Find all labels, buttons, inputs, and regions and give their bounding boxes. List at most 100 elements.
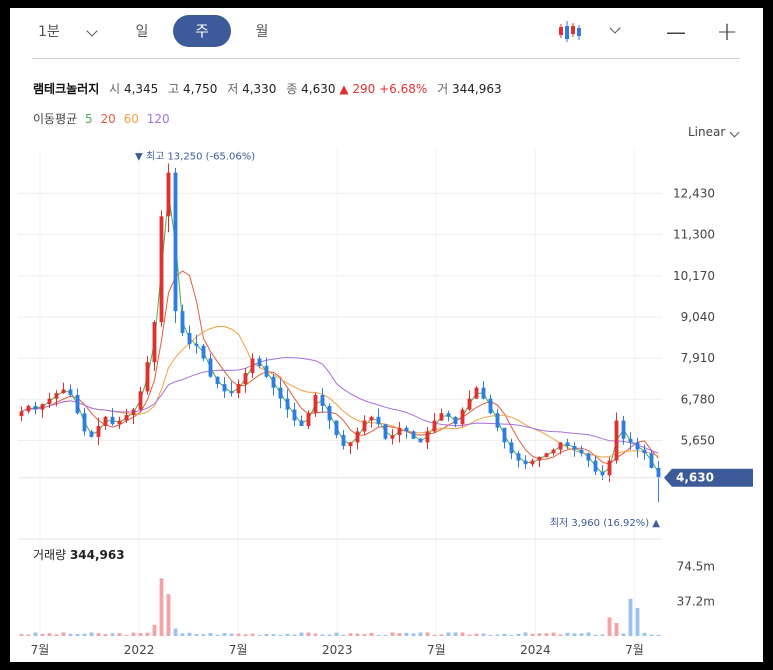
volume-bar — [586, 632, 591, 636]
candle — [439, 413, 444, 421]
x-tick-label: 7월 — [229, 643, 248, 657]
candle — [579, 449, 584, 454]
volume-bar — [355, 633, 360, 636]
candle — [243, 373, 248, 385]
volume-bar — [292, 634, 297, 636]
volume-bar — [642, 632, 647, 636]
volume-bar — [628, 598, 633, 636]
volume-bar — [502, 633, 507, 636]
volume-bar — [495, 634, 500, 636]
volume-bar — [614, 622, 619, 636]
volume-bar — [243, 634, 248, 636]
volume-bar — [656, 634, 661, 636]
candle — [82, 413, 87, 432]
volume-bar — [418, 632, 423, 636]
candle — [600, 471, 605, 476]
volume-bar — [341, 634, 346, 636]
volume-bar — [264, 634, 269, 636]
volume-bar — [40, 633, 45, 636]
candle — [152, 322, 157, 363]
candle — [565, 442, 570, 447]
candle — [572, 446, 577, 450]
candle — [236, 384, 241, 394]
volume-total: 344,963 — [69, 548, 125, 562]
moving-average-line — [21, 194, 659, 475]
moving-average-line — [21, 356, 659, 454]
price-chart[interactable]: 12,430 11,300 10,170 9,040 7,910 6,780 5,650 ▼… — [10, 8, 763, 662]
volume-bar — [201, 634, 206, 636]
volume-bar — [635, 608, 640, 636]
y-tick-label: 12,430 — [673, 186, 715, 200]
volume-bar — [215, 634, 220, 636]
volume-bar — [348, 633, 353, 636]
candle — [19, 411, 24, 417]
volume-bar — [138, 633, 143, 636]
candle — [376, 416, 381, 425]
x-axis: 7월 2022 7월 2023 7월 2024 7월 — [31, 643, 644, 657]
volume-bar — [75, 634, 80, 636]
x-tick-label: 2024 — [520, 643, 551, 657]
candle — [257, 358, 262, 366]
moving-average-lines — [21, 194, 659, 475]
candle — [418, 438, 423, 443]
candle — [495, 413, 500, 428]
volume-bar — [488, 634, 493, 636]
candle — [33, 405, 38, 410]
candle — [145, 362, 150, 392]
volume-bar — [33, 632, 38, 636]
volume-tick-label: 74.5m — [677, 560, 715, 574]
candle — [348, 442, 353, 447]
volume-bar — [474, 633, 479, 636]
y-tick-label: 11,300 — [673, 228, 715, 242]
candle — [467, 398, 472, 410]
candle — [40, 404, 45, 410]
candle — [334, 420, 339, 436]
volume-bar — [460, 632, 465, 636]
volume-bar — [481, 633, 486, 636]
candle — [628, 438, 633, 443]
volume-bar — [411, 633, 416, 636]
candle — [460, 409, 465, 425]
grid — [18, 148, 662, 638]
candle — [474, 387, 479, 399]
candle — [586, 453, 591, 461]
volume-bar — [180, 633, 185, 636]
volume-bar — [558, 634, 563, 636]
volume-bar — [362, 634, 367, 636]
candle — [509, 442, 514, 454]
current-price-label: 4,630 — [676, 471, 714, 485]
volume-bar — [516, 633, 521, 636]
volume-bar — [439, 634, 444, 636]
volume-bar — [530, 633, 535, 636]
y-tick-label: 7,910 — [681, 351, 715, 365]
candle — [621, 420, 626, 439]
volume-bar — [509, 634, 514, 636]
candle — [516, 453, 521, 461]
candle — [26, 405, 31, 412]
volume-bar — [579, 633, 584, 636]
volume-header: 거래량 344,963 — [33, 546, 125, 563]
volume-bar — [383, 634, 388, 636]
volume-bar — [250, 633, 255, 636]
volume-bar — [446, 632, 451, 636]
candle — [341, 435, 346, 447]
candle — [89, 431, 94, 437]
candle — [208, 358, 213, 377]
candle — [271, 376, 276, 388]
volume-bar — [397, 633, 402, 636]
volume-bar — [68, 633, 73, 636]
y-tick-label: 10,170 — [673, 269, 715, 283]
volume-bar — [327, 634, 332, 636]
candle — [61, 389, 66, 394]
volume-bar — [117, 633, 122, 636]
candle — [523, 460, 528, 465]
volume-bar — [593, 634, 598, 636]
candle — [383, 424, 388, 439]
volume-bar — [299, 632, 304, 636]
candle — [537, 456, 542, 461]
volume-bar — [47, 633, 52, 636]
candle — [117, 420, 122, 425]
annotations: ▼ 최고 13,250 (-65.06%) 최저 3,960 (16.92%) ▲… — [18, 150, 753, 529]
volume-bar — [208, 633, 213, 636]
volume-bar — [285, 633, 290, 636]
